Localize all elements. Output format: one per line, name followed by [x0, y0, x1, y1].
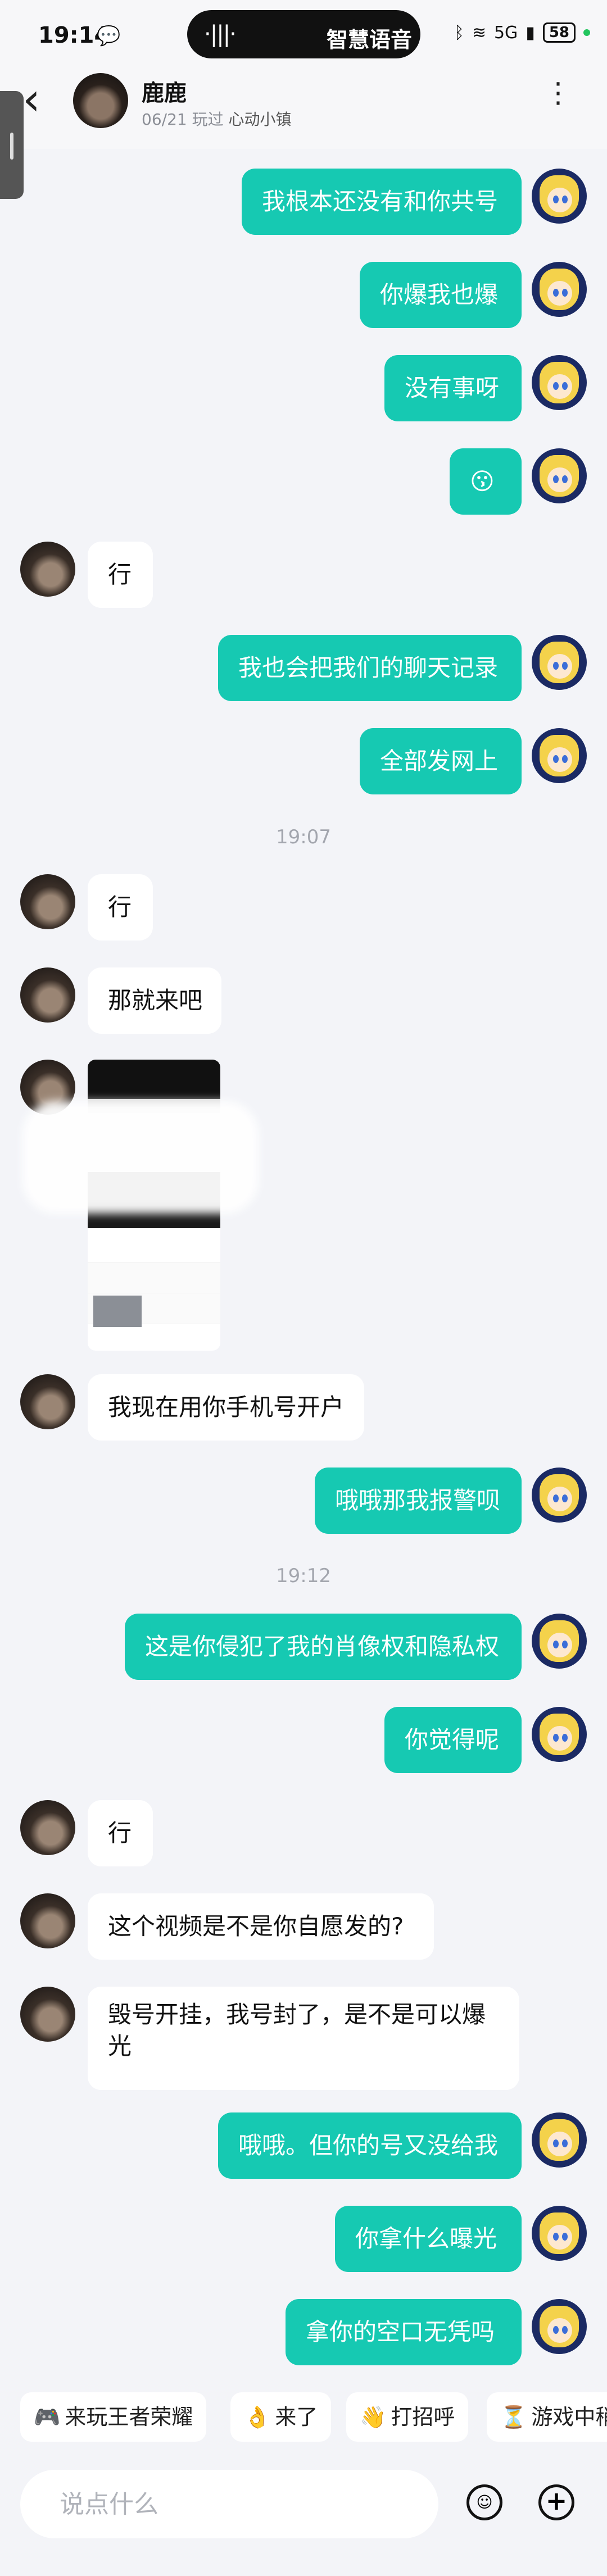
sent-message[interactable]: 我根本还没有和你共号 [242, 169, 522, 235]
contact-avatar[interactable] [20, 1800, 75, 1855]
gamepad-icon: 🎮 [34, 2405, 61, 2429]
quick-reply-chip[interactable]: 🎮 来玩王者荣耀 [20, 2392, 207, 2442]
my-avatar[interactable] [532, 1614, 587, 1669]
received-message[interactable]: 行 [88, 874, 153, 941]
quick-reply-label: 打招呼 [391, 2405, 455, 2429]
sent-message[interactable]: 我也会把我们的聊天记录 [218, 635, 522, 701]
chat-header: ‹ 鹿鹿 06/21 玩过 心动小镇 ⋮ [0, 70, 607, 149]
privacy-indicator [583, 29, 590, 36]
played-date: 06/21 玩过 [142, 110, 224, 129]
received-message[interactable]: 这个视频是不是你自愿发的? [88, 1893, 434, 1960]
contact-avatar[interactable] [20, 1893, 75, 1948]
side-drawer-handle[interactable] [0, 91, 24, 199]
signal-icon: ▮ [526, 22, 535, 43]
sent-message[interactable]: 拿你的空口无凭吗 [286, 2299, 522, 2365]
my-avatar[interactable] [532, 355, 587, 410]
quick-reply-chip[interactable]: ⏳ 游戏中稍 [487, 2392, 607, 2442]
contact-subtitle: 06/21 玩过 心动小镇 [142, 107, 292, 130]
quick-reply-label: 来玩王者荣耀 [65, 2405, 193, 2429]
hourglass-icon: ⏳ [500, 2405, 527, 2429]
bluetooth-icon: ᛒ [454, 22, 464, 43]
sent-message[interactable]: 😗 [450, 448, 522, 515]
contact-avatar[interactable] [20, 1374, 75, 1429]
contact-avatar[interactable] [20, 542, 75, 597]
received-message[interactable]: 我现在用你手机号开户 [88, 1374, 364, 1441]
received-message[interactable]: 行 [88, 542, 153, 608]
sent-message[interactable]: 全部发网上 [360, 728, 522, 794]
input-bar: ☺ + [0, 2450, 607, 2576]
quick-reply-bar: 🎮 来玩王者荣耀 👌 来了 👋 打招呼 ⏳ 游戏中稍 [0, 2375, 607, 2448]
plus-button[interactable]: + [538, 2484, 574, 2520]
contact-avatar[interactable] [73, 73, 128, 128]
sent-message[interactable]: 这是你侵犯了我的肖像权和隐私权 [125, 1614, 522, 1680]
timestamp: 19:07 [276, 826, 331, 848]
voice-assistant-pill[interactable]: ·|||· 智慧语音 [187, 10, 420, 58]
voice-wave-icon: ·|||· [204, 21, 237, 47]
ok-hand-icon: 👌 [244, 2405, 271, 2429]
quick-reply-chip[interactable]: 👌 来了 [230, 2392, 332, 2442]
system-icons: ᛒ ≋ 5G ▮ 58 [454, 22, 590, 43]
my-avatar[interactable] [532, 635, 587, 690]
sent-message[interactable]: 哦哦。但你的号又没给我 [218, 2112, 522, 2179]
wechat-icon: 💬 [97, 25, 121, 47]
sent-message[interactable]: 你拿什么曝光 [335, 2206, 522, 2272]
wave-hand-icon: 👋 [360, 2405, 387, 2429]
my-avatar[interactable] [532, 2299, 587, 2354]
contact-avatar[interactable] [20, 967, 75, 1023]
emoji-button[interactable]: ☺ [466, 2484, 502, 2520]
contact-avatar[interactable] [20, 874, 75, 929]
my-avatar[interactable] [532, 1468, 587, 1523]
status-bar: 19:14 💬 ·|||· 智慧语音 ᛒ ≋ 5G ▮ 58 [0, 0, 607, 70]
received-message[interactable]: 行 [88, 1800, 153, 1866]
contact-name: 鹿鹿 [142, 80, 187, 106]
my-avatar[interactable] [532, 2206, 587, 2261]
network-label: 5G [493, 22, 518, 43]
sent-message[interactable]: 你觉得呢 [384, 1707, 522, 1773]
message-input[interactable] [20, 2470, 438, 2538]
received-message[interactable]: 那就来吧 [88, 967, 221, 1034]
timestamp: 19:12 [276, 1565, 331, 1587]
quick-reply-label: 来了 [275, 2405, 318, 2429]
wifi-icon: ≋ [472, 22, 486, 43]
my-avatar[interactable] [532, 1707, 587, 1762]
sent-message[interactable]: 你爆我也爆 [360, 262, 522, 328]
game-name: 心动小镇 [228, 110, 292, 129]
quick-reply-label: 游戏中稍 [531, 2405, 607, 2429]
my-avatar[interactable] [532, 448, 587, 503]
sent-message[interactable]: 哦哦那我报警呗 [315, 1468, 522, 1534]
my-avatar[interactable] [532, 728, 587, 783]
voice-assistant-label: 智慧语音 [327, 28, 413, 52]
quick-reply-chip[interactable]: 👋 打招呼 [346, 2392, 469, 2442]
more-options-button[interactable]: ⋮ [544, 79, 572, 107]
redaction-blur [22, 1101, 259, 1214]
battery-icon: 58 [542, 22, 576, 43]
contact-avatar[interactable] [20, 1987, 75, 2042]
received-message[interactable]: 毁号开挂，我号封了，是不是可以爆光 [88, 1987, 519, 2090]
my-avatar[interactable] [532, 262, 587, 317]
sent-message[interactable]: 没有事呀 [384, 355, 522, 421]
my-avatar[interactable] [532, 2112, 587, 2168]
my-avatar[interactable] [532, 169, 587, 224]
back-button[interactable]: ‹ [22, 77, 40, 122]
